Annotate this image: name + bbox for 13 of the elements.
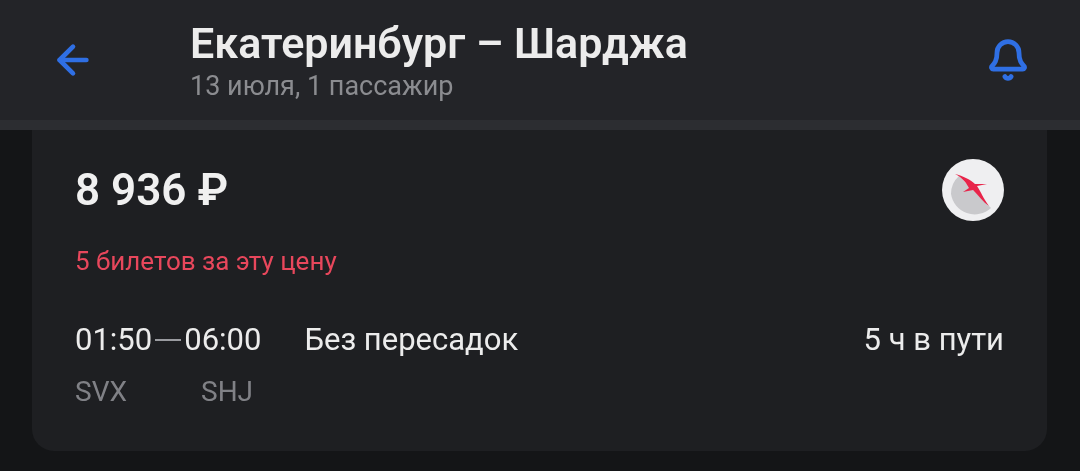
arrival-time: 06:00 — [184, 320, 262, 360]
route-title: Екатеринбург – Шарджа — [190, 17, 688, 69]
airline-logo — [941, 158, 1005, 222]
flight-duration: 5 ч в пути — [863, 320, 1004, 360]
arrival-airport-code: SHJ — [201, 374, 254, 410]
bell-icon — [986, 38, 1030, 82]
trip-details: 13 июля, 1 пассажир — [190, 69, 455, 103]
departure-time: 01:50 — [75, 320, 153, 360]
stops-info: Без пересадок — [304, 320, 519, 360]
availability-note: 5 билетов за эту цену — [75, 245, 338, 278]
ticket-card[interactable]: 8 936 ₽ 5 билетов за эту цену 01:50 06:00 Без пересадок 5 ч в пути SVX SHJ — [32, 130, 1047, 451]
ticket-price: 8 936 ₽ — [75, 163, 229, 218]
departure-airport-code: SVX — [75, 374, 128, 410]
